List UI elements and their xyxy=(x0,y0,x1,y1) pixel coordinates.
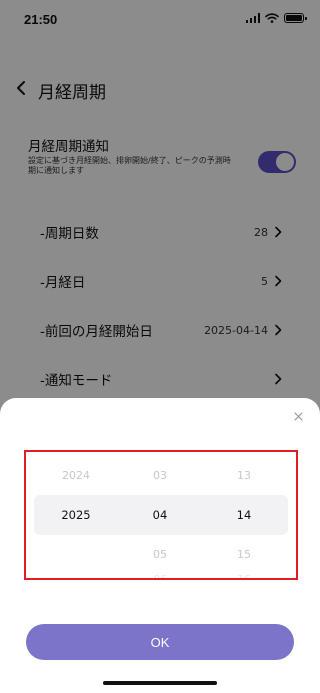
picker-item[interactable]: 16 xyxy=(204,574,284,578)
picker-item-selected[interactable]: 14 xyxy=(204,508,284,522)
picker-item-selected[interactable]: 04 xyxy=(120,508,200,522)
date-picker-sheet: 2023 2024 2025 02 03 04 05 06 12 13 14 1… xyxy=(0,398,320,693)
picker-item[interactable]: 15 xyxy=(204,548,284,561)
date-picker: 2023 2024 2025 02 03 04 05 06 12 13 14 1… xyxy=(24,450,298,580)
picker-item-selected[interactable]: 2025 xyxy=(36,508,116,522)
picker-item[interactable]: 02 xyxy=(120,452,200,455)
home-indicator xyxy=(103,681,217,685)
close-icon xyxy=(293,411,303,421)
picker-item[interactable]: 13 xyxy=(204,469,284,482)
ok-button[interactable]: OK xyxy=(26,624,294,660)
picker-item[interactable]: 05 xyxy=(120,548,200,561)
picker-item[interactable]: 03 xyxy=(120,469,200,482)
close-button[interactable] xyxy=(290,408,306,424)
day-wheel[interactable]: 12 13 14 15 16 xyxy=(204,452,284,578)
picker-item[interactable]: 12 xyxy=(204,452,284,455)
picker-item[interactable]: 2024 xyxy=(36,469,116,482)
month-wheel[interactable]: 02 03 04 05 06 xyxy=(120,452,200,578)
year-wheel[interactable]: 2023 2024 2025 xyxy=(36,452,116,578)
picker-item[interactable]: 2023 xyxy=(36,452,116,455)
picker-item[interactable]: 06 xyxy=(120,574,200,578)
